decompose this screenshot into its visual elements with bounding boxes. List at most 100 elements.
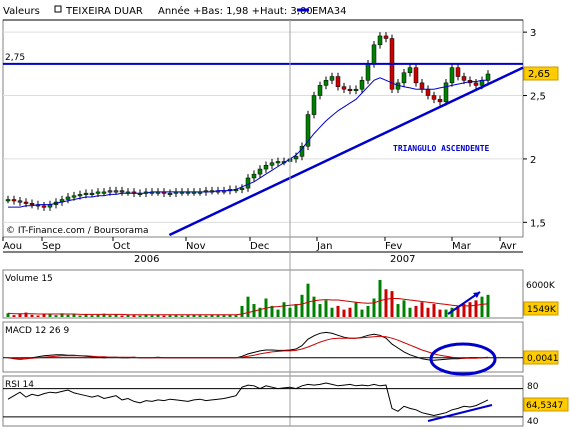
candle-body (419, 82, 425, 90)
year-label-2007: 2007 (390, 254, 415, 265)
volume-bar (312, 296, 316, 317)
volume-bar (378, 280, 382, 317)
volume-bar (234, 315, 238, 317)
month-label: Aou (3, 241, 22, 252)
candle-body (11, 199, 17, 202)
month-label: Oct (113, 241, 130, 252)
volume-bar (408, 307, 412, 317)
price-panel-frame (2, 19, 524, 238)
volume-bar (120, 315, 124, 317)
candle-body (413, 67, 419, 84)
candle-body (119, 190, 125, 193)
rsi-tick-80: 80 (527, 382, 539, 392)
volume-bar (342, 309, 346, 317)
candle-body (71, 195, 77, 198)
header-series-label: Valeurs (3, 6, 40, 17)
volume-bar (294, 304, 298, 317)
volume-bar (438, 309, 442, 317)
candle-body (293, 156, 299, 160)
candle-body (245, 177, 251, 189)
month-label: Jan (316, 241, 332, 252)
volume-max-tick: 6000K (526, 281, 556, 291)
volume-title: Volume 15 (5, 274, 53, 284)
stock-chart: Valeurs TEIXEIRA DUAR Année +Bas: 1,98 +… (2, 5, 569, 427)
volume-bar (348, 307, 352, 317)
volume-bar (324, 300, 328, 317)
volume-bar (162, 315, 166, 317)
macd-last-value: 0,0041 (527, 354, 559, 364)
volume-bar (18, 314, 22, 317)
volume-bar (12, 315, 16, 317)
volume-bar (240, 305, 244, 317)
candle-body (89, 192, 95, 195)
volume-bar (246, 296, 250, 317)
volume-bar (432, 304, 436, 317)
candle-body (23, 201, 29, 204)
month-label: Nov (186, 241, 206, 252)
volume-bar (108, 315, 112, 317)
volume-bar (180, 315, 184, 317)
volume-bar (486, 294, 490, 317)
volume-bar (396, 304, 400, 317)
volume-bar (420, 302, 424, 317)
candle-body (107, 190, 113, 193)
volume-bar (96, 314, 100, 317)
volume-bar (366, 305, 370, 317)
volume-bar (330, 307, 334, 317)
candle-body (83, 192, 89, 195)
month-label: Dec (250, 241, 269, 252)
volume-bar (318, 304, 322, 317)
candle-body (251, 173, 257, 179)
volume-bar (150, 315, 154, 317)
price-tick-label: 3 (530, 28, 536, 39)
candle-body (17, 200, 23, 203)
month-label: Avr (500, 241, 517, 252)
month-axis: Aou Sep Oct Nov Dec Jan Fev Mar Avr (2, 237, 523, 253)
header-stats: Année +Bas: 1,98 +Haut: 3,00 (158, 5, 313, 17)
candle-body (359, 80, 365, 90)
candle-body (257, 168, 263, 175)
volume-bar (138, 315, 142, 317)
candle-body (347, 88, 353, 91)
macd-title: MACD 12 26 9 (5, 326, 69, 336)
volume-bar (426, 307, 430, 317)
price-tick-label: 2 (530, 155, 536, 166)
candle-body (371, 44, 377, 65)
month-label: Sep (42, 241, 61, 252)
candle-body (443, 82, 449, 103)
copyright-text: © IT-Finance.com / Boursorama (6, 226, 148, 236)
price-last-value: 2,65 (528, 69, 550, 80)
year-label-2006: 2006 (134, 254, 159, 265)
candle-body (101, 191, 107, 194)
volume-bar (204, 315, 208, 317)
candle-body (5, 199, 11, 202)
candle-body (167, 192, 173, 195)
candle-body (383, 35, 389, 39)
volume-bar (306, 283, 310, 317)
header-ema-label: EMA34 (312, 6, 347, 17)
month-label: Mar (452, 241, 472, 252)
candle-body (311, 95, 317, 115)
volume-bar (186, 315, 190, 317)
volume-bar (468, 302, 472, 317)
volume-bar (48, 314, 52, 317)
volume-last-value: 1549K (527, 305, 557, 315)
candle-body (77, 194, 83, 197)
volume-bar (402, 300, 406, 317)
candle-body (263, 165, 269, 170)
volume-bar (198, 315, 202, 317)
triangle-annotation: TRIANGULO ASCENDENTE (393, 144, 490, 153)
volume-bar (132, 315, 136, 317)
candle-body (461, 76, 467, 81)
candle-body (113, 190, 119, 193)
candle-body (401, 72, 407, 84)
volume-bar (390, 291, 394, 317)
candle-body (323, 80, 329, 86)
header-box-icon (54, 5, 62, 13)
rsi-last-value: 64,5347 (526, 401, 563, 411)
candle-body (275, 161, 281, 164)
volume-bar (168, 315, 172, 317)
rsi-tick-40: 40 (527, 417, 539, 427)
candle-body (29, 203, 35, 206)
candle-body (335, 76, 341, 87)
